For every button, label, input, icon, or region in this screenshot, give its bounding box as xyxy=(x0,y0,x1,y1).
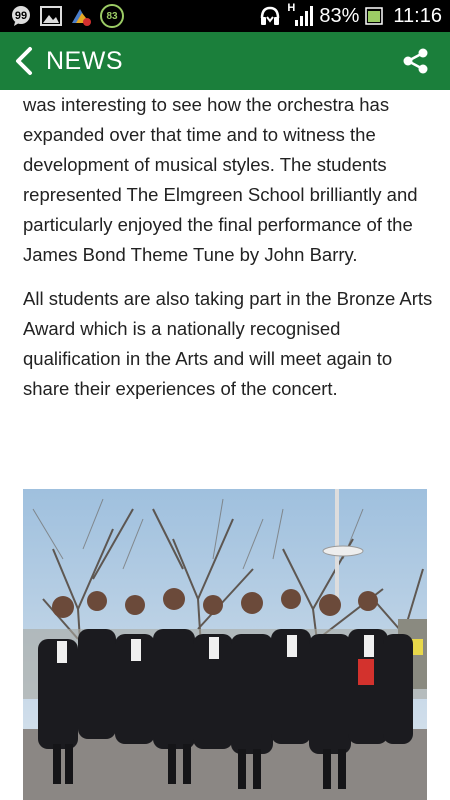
share-icon xyxy=(403,48,428,74)
chat-bubble-icon: 99 xyxy=(10,5,32,27)
app-bar: NEWS xyxy=(0,32,450,90)
battery-icon xyxy=(365,5,384,27)
status-bar-left: 99 83 xyxy=(10,4,124,28)
image-icon xyxy=(40,5,62,27)
back-button[interactable] xyxy=(12,46,38,76)
article-body[interactable]: was interesting to see how the orchestra… xyxy=(23,90,433,404)
share-button[interactable] xyxy=(402,47,430,75)
svg-text:99: 99 xyxy=(15,10,27,22)
group-photo-image xyxy=(23,489,427,800)
notification-count-icon: 83 xyxy=(100,4,124,28)
signal-icon: H xyxy=(287,2,314,28)
page-title: NEWS xyxy=(46,47,123,75)
article-paragraph: was interesting to see how the orchestra… xyxy=(23,94,418,265)
status-bar-right: H 83% 11:16 xyxy=(259,0,442,32)
article-paragraph: All students are also taking part in the… xyxy=(23,288,433,399)
article-photo[interactable] xyxy=(23,489,427,800)
headset-icon xyxy=(259,5,281,27)
status-bar: 99 83 H 83% 11:16 xyxy=(0,0,450,32)
back-arrow-icon xyxy=(16,47,32,75)
battery-percent: 83% xyxy=(319,4,360,27)
clock: 11:16 xyxy=(393,4,442,27)
app-update-icon xyxy=(70,5,92,27)
